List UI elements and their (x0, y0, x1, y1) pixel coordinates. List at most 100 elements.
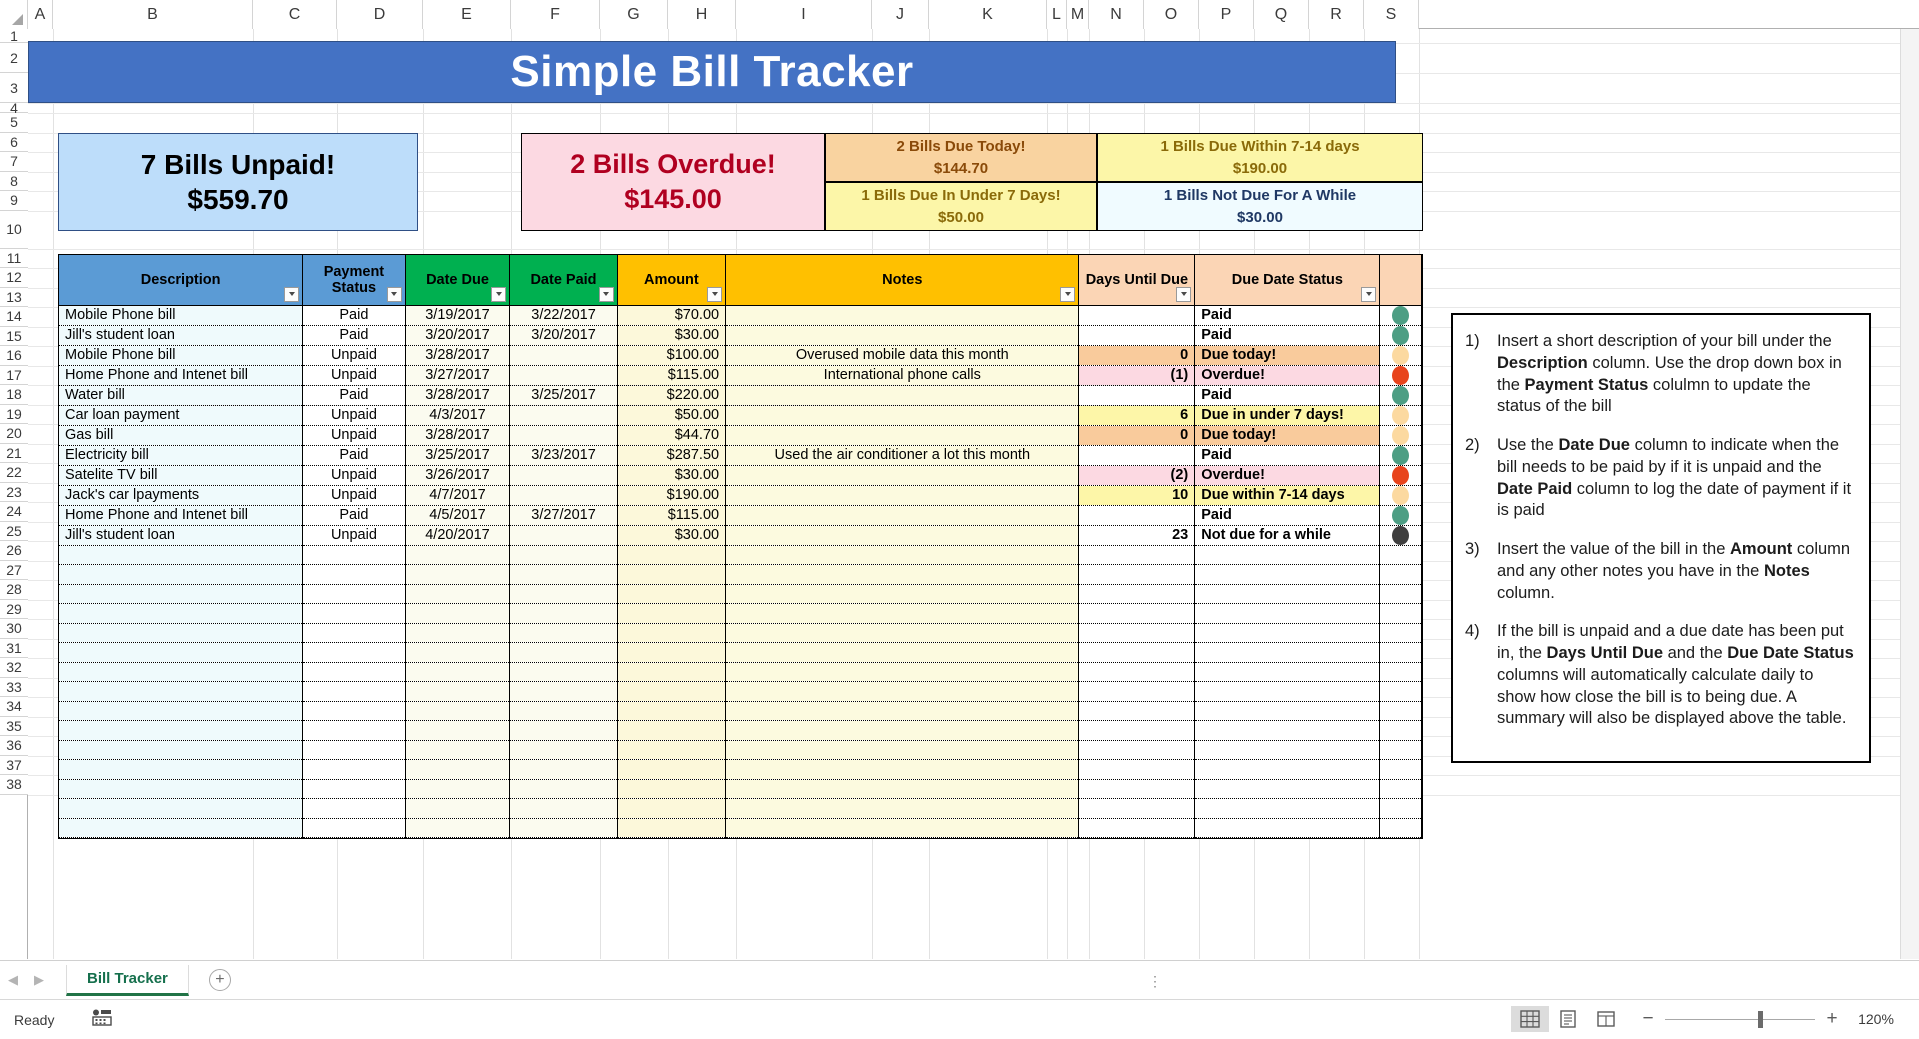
cell-amount[interactable] (617, 681, 727, 702)
cell-date-paid[interactable] (509, 584, 618, 604)
cell-description[interactable] (59, 779, 304, 799)
cell-date-paid[interactable] (509, 525, 618, 546)
cell-due-date-status[interactable] (1194, 564, 1381, 585)
cell-payment-status[interactable] (302, 818, 406, 838)
cell-notes[interactable] (725, 425, 1080, 446)
macro-record-icon[interactable] (92, 1009, 113, 1031)
cell-due-date-status[interactable] (1194, 545, 1381, 565)
cell-date-due[interactable] (405, 740, 511, 760)
cell-due-date-status[interactable] (1194, 740, 1381, 760)
row-header-16[interactable]: 16 (0, 346, 28, 366)
row-header-26[interactable]: 26 (0, 541, 28, 561)
row-header-34[interactable]: 34 (0, 697, 28, 717)
column-header-payment-status[interactable]: Payment Status (302, 255, 406, 306)
cell-days-until-due[interactable] (1078, 642, 1196, 663)
cell-description[interactable] (59, 818, 304, 838)
cell-description[interactable] (59, 798, 304, 819)
cell-description[interactable]: Home Phone and Intenet bill (59, 505, 304, 526)
cell-payment-status[interactable]: Paid (302, 445, 406, 466)
column-header-R[interactable]: R (1309, 0, 1364, 29)
cell-days-until-due[interactable] (1078, 445, 1196, 466)
cell-due-date-status[interactable]: Not due for a while (1194, 525, 1381, 546)
cell-payment-status[interactable] (302, 623, 406, 643)
cell-amount[interactable]: $100.00 (617, 345, 727, 366)
row-header-9[interactable]: 9 (0, 191, 28, 211)
cell-days-until-due[interactable]: 0 (1078, 345, 1196, 366)
cell-payment-status[interactable]: Unpaid (302, 525, 406, 546)
cell-due-date-status[interactable] (1194, 603, 1381, 624)
cell-due-date-status[interactable]: Paid (1194, 385, 1381, 406)
cell-notes[interactable] (725, 564, 1080, 585)
cell-amount[interactable] (617, 818, 727, 838)
cell-due-date-status[interactable]: Overdue! (1194, 465, 1381, 486)
cell-payment-status[interactable]: Unpaid (302, 345, 406, 366)
table-row[interactable] (59, 681, 1422, 702)
cell-date-paid[interactable] (509, 345, 618, 366)
row-header-30[interactable]: 30 (0, 619, 28, 639)
column-header-amount[interactable]: Amount (617, 255, 727, 306)
cell-amount[interactable]: $115.00 (617, 365, 727, 386)
cell-date-paid[interactable] (509, 779, 618, 799)
table-row[interactable]: Jill's student loan Paid 3/20/2017 3/20/201… (59, 325, 1422, 346)
cell-date-paid[interactable] (509, 662, 618, 682)
bills-table[interactable]: Description Payment Status Date Due Date… (58, 254, 1423, 839)
table-row[interactable]: Water bill Paid 3/28/2017 3/25/2017 $220.00 P… (59, 385, 1422, 406)
cell-days-until-due[interactable] (1078, 720, 1196, 741)
row-header-29[interactable]: 29 (0, 599, 28, 619)
filter-dropdown-date-due-icon[interactable] (491, 286, 507, 302)
cell-payment-status[interactable] (302, 603, 406, 624)
cell-date-due[interactable]: 3/20/2017 (405, 325, 511, 346)
cell-date-due[interactable] (405, 759, 511, 780)
column-header-notes[interactable]: Notes (725, 255, 1080, 306)
cell-date-paid[interactable]: 3/27/2017 (509, 505, 618, 526)
cell-date-due[interactable] (405, 603, 511, 624)
column-header-days-until-due[interactable]: Days Until Due (1078, 255, 1196, 306)
row-header-13[interactable]: 13 (0, 287, 28, 307)
cell-date-paid[interactable]: 3/25/2017 (509, 385, 618, 406)
column-header-date-paid[interactable]: Date Paid (509, 255, 618, 306)
cell-date-due[interactable]: 3/28/2017 (405, 385, 511, 406)
cell-date-due[interactable] (405, 701, 511, 721)
cell-description[interactable]: Mobile Phone bill (59, 305, 304, 326)
row-header-35[interactable]: 35 (0, 716, 28, 736)
zoom-slider-thumb[interactable] (1758, 1010, 1763, 1028)
cell-date-due[interactable] (405, 584, 511, 604)
table-row[interactable]: Gas bill Unpaid 3/28/2017 $44.70 0 Due today! (59, 425, 1422, 446)
table-row[interactable] (59, 759, 1422, 780)
cell-description[interactable] (59, 681, 304, 702)
cell-description[interactable]: Home Phone and Intenet bill (59, 365, 304, 386)
cell-days-until-due[interactable] (1078, 305, 1196, 326)
column-header-B[interactable]: B (53, 0, 253, 29)
cell-notes[interactable] (725, 305, 1080, 326)
row-header-24[interactable]: 24 (0, 502, 28, 522)
cell-payment-status[interactable] (302, 584, 406, 604)
cell-notes[interactable]: International phone calls (725, 365, 1080, 386)
row-header-1[interactable]: 1 (0, 28, 28, 44)
cell-date-paid[interactable] (509, 365, 618, 386)
cell-amount[interactable]: $190.00 (617, 485, 727, 506)
cell-payment-status[interactable] (302, 740, 406, 760)
cell-payment-status[interactable] (302, 779, 406, 799)
cell-date-due[interactable] (405, 720, 511, 741)
row-header-3[interactable]: 3 (0, 73, 28, 103)
table-row[interactable] (59, 603, 1422, 624)
row-header-18[interactable]: 18 (0, 385, 28, 405)
cell-amount[interactable] (617, 545, 727, 565)
cell-description[interactable]: Car loan payment (59, 405, 304, 426)
column-header-H[interactable]: H (668, 0, 736, 29)
cell-due-date-status[interactable]: Paid (1194, 325, 1381, 346)
zoom-out-button[interactable]: − (1635, 1008, 1661, 1030)
sheet-nav-next-icon[interactable]: ▶ (26, 961, 52, 1000)
cell-due-date-status[interactable] (1194, 720, 1381, 741)
cell-description[interactable] (59, 603, 304, 624)
sheet-tab-bill-tracker[interactable]: Bill Tracker (66, 964, 189, 996)
cell-date-due[interactable] (405, 564, 511, 585)
view-normal-icon[interactable] (1511, 1006, 1549, 1032)
cell-amount[interactable] (617, 798, 727, 819)
cell-days-until-due[interactable]: 10 (1078, 485, 1196, 506)
cell-due-date-status[interactable] (1194, 818, 1381, 838)
filter-dropdown-date-paid-icon[interactable] (598, 286, 614, 302)
cell-notes[interactable]: Overused mobile data this month (725, 345, 1080, 366)
cell-date-due[interactable] (405, 545, 511, 565)
column-header-due-date-status[interactable]: Due Date Status (1194, 255, 1381, 306)
